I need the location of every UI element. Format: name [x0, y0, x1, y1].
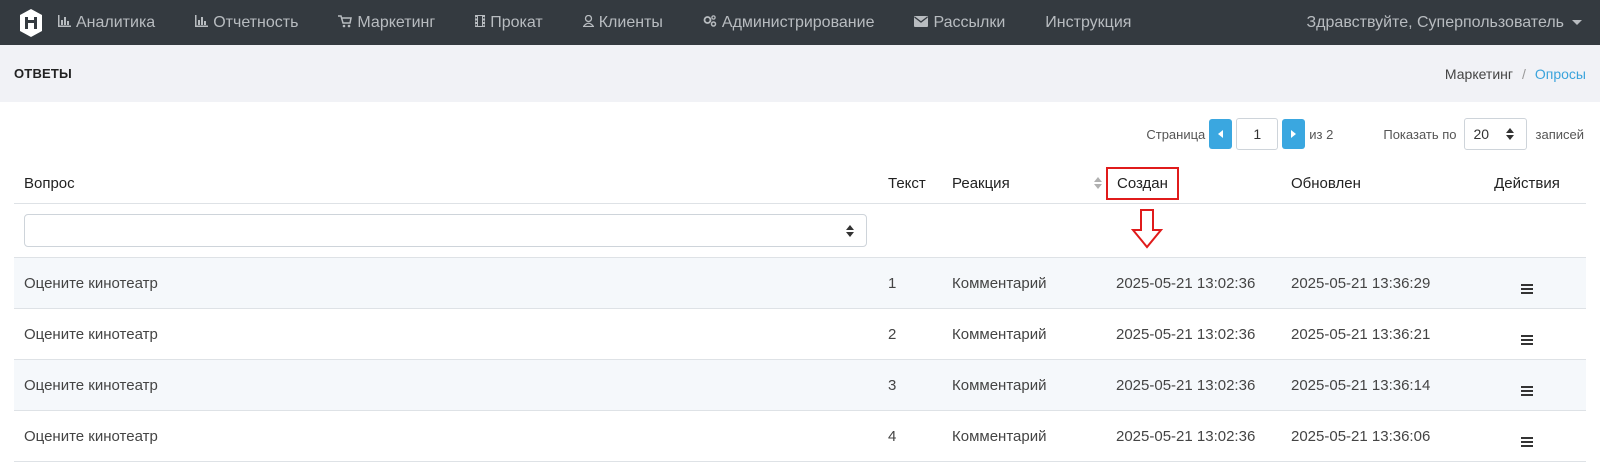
cell-text: 2: [888, 325, 897, 343]
bar-chart-icon: [195, 15, 209, 30]
column-reaction[interactable]: Реакция: [942, 175, 1106, 192]
page-label: Страница: [1146, 126, 1206, 142]
nav-item-label: Отчетность: [213, 13, 299, 31]
caret-left-icon: [1218, 130, 1224, 138]
cogs-icon: [703, 15, 717, 30]
next-page-button[interactable]: [1282, 119, 1306, 149]
sort-updown-icon: [846, 225, 854, 237]
breadcrumb-separator: /: [1522, 65, 1526, 82]
column-updated[interactable]: Обновлен: [1281, 175, 1458, 192]
nav-item-label: Прокат: [490, 13, 543, 31]
breadcrumb-item-surveys[interactable]: Опросы: [1535, 66, 1586, 82]
cell-updated: 2025-05-21 13:36:29: [1291, 274, 1431, 292]
envelope-icon: [914, 15, 929, 30]
page-number-input[interactable]: 1: [1236, 118, 1279, 150]
answers-table: Вопрос Текст Реакция Создан Обновлен Дей…: [14, 163, 1586, 462]
cell-updated: 2025-05-21 13:36:14: [1291, 376, 1431, 394]
details-button[interactable]: [1458, 273, 1586, 294]
logo-icon[interactable]: [18, 8, 44, 38]
nav-item-marketing[interactable]: Маркетинг: [338, 14, 435, 32]
cell-text: 1: [888, 274, 897, 292]
cell-created: 2025-05-21 13:02:36: [1116, 325, 1256, 343]
cell-question: Оцените кинотеатр: [24, 325, 158, 343]
nav-item-label: Администрирование: [721, 13, 875, 31]
page-size-value: 20: [1473, 126, 1490, 142]
pagination: Страница 1 из 2 Показать по 20 записей: [1146, 118, 1584, 150]
list-icon: [1521, 334, 1533, 345]
table-row: Оцените кинотеатр 3 Комментарий 2025-05-…: [14, 360, 1586, 411]
column-actions: Действия: [1494, 174, 1560, 192]
table-row: Оцените кинотеатр 1 Комментарий 2025-05-…: [14, 258, 1586, 309]
table-row: Оцените кинотеатр 2 Комментарий 2025-05-…: [14, 309, 1586, 360]
cell-text: 3: [888, 376, 897, 394]
user-greeting: Здравствуйте, Суперпользователь: [1306, 13, 1564, 31]
list-icon: [1521, 436, 1533, 447]
nav-item-label: Аналитика: [76, 13, 156, 31]
nav-item-analytics[interactable]: Аналитика: [58, 14, 155, 32]
nav-item-clients[interactable]: Клиенты: [581, 13, 663, 32]
cell-reaction: Комментарий: [952, 376, 1047, 394]
nav-item-administration[interactable]: Администрирование: [703, 13, 875, 32]
cell-reaction: Комментарий: [952, 427, 1047, 445]
cell-reaction: Комментарий: [952, 274, 1047, 292]
cell-question: Оцените кинотеатр: [24, 274, 158, 292]
nav-item-label: Инструкция: [1045, 13, 1132, 31]
cell-question: Оцените кинотеатр: [24, 376, 158, 394]
caret-right-icon: [1291, 130, 1297, 138]
column-question[interactable]: Вопрос: [14, 175, 878, 192]
user-menu[interactable]: Здравствуйте, Суперпользователь: [1307, 14, 1600, 32]
column-reaction-label: Реакция: [952, 174, 1010, 192]
column-text[interactable]: Текст: [878, 175, 942, 192]
question-filter-select[interactable]: [24, 214, 867, 247]
details-button[interactable]: [1458, 426, 1586, 447]
top-navbar: Аналитика Отчетность Маркетинг Прокат Кл…: [0, 0, 1600, 45]
cell-created: 2025-05-21 13:02:36: [1116, 274, 1256, 292]
sort-icon: [1094, 177, 1102, 189]
column-created-label: Создан: [1106, 166, 1179, 200]
breadcrumb-item-marketing[interactable]: Маркетинг: [1445, 66, 1513, 82]
cell-updated: 2025-05-21 13:36:21: [1291, 325, 1431, 343]
list-icon: [1521, 283, 1533, 294]
cell-updated: 2025-05-21 13:36:06: [1291, 427, 1431, 445]
cell-created: 2025-05-21 13:02:36: [1116, 427, 1256, 445]
table-header: Вопрос Текст Реакция Создан Обновлен Дей…: [14, 163, 1586, 204]
bar-chart-icon: [58, 15, 71, 30]
total-pages: из 2: [1309, 126, 1334, 142]
film-icon: [475, 15, 486, 30]
show-label: Показать по: [1383, 126, 1457, 142]
page-size-select[interactable]: 20: [1463, 118, 1527, 150]
filter-row: [14, 204, 1586, 258]
table-row: Оцените кинотеатр 4 Комментарий 2025-05-…: [14, 411, 1586, 462]
details-button[interactable]: [1458, 375, 1586, 396]
chevron-down-icon: [1572, 20, 1582, 25]
nav-item-label: Клиенты: [598, 13, 663, 31]
nav-item-label: Рассылки: [933, 13, 1006, 31]
nav-item-instructions[interactable]: Инструкция: [1045, 14, 1131, 32]
user-icon: [581, 14, 595, 30]
records-label: записей: [1535, 126, 1584, 142]
nav-item-mailings[interactable]: Рассылки: [914, 14, 1005, 32]
details-button[interactable]: [1458, 324, 1586, 345]
page-header: ОТВЕТЫ Маркетинг / Опросы: [0, 45, 1600, 102]
cell-created: 2025-05-21 13:02:36: [1116, 376, 1256, 394]
breadcrumb: Маркетинг / Опросы: [1445, 66, 1586, 82]
cell-text: 4: [888, 427, 897, 445]
column-created[interactable]: Создан: [1106, 166, 1281, 200]
down-arrow-annotation-icon: [1130, 208, 1164, 254]
list-icon: [1521, 385, 1533, 396]
prev-page-button[interactable]: [1209, 119, 1233, 149]
cell-reaction: Комментарий: [952, 325, 1047, 343]
nav-item-reports[interactable]: Отчетность: [195, 14, 298, 32]
cart-icon: [338, 14, 353, 31]
nav-item-rental[interactable]: Прокат: [475, 14, 543, 32]
sort-updown-icon: [1505, 128, 1514, 140]
nav-item-label: Маркетинг: [357, 13, 436, 31]
page-title: ОТВЕТЫ: [14, 66, 72, 81]
cell-question: Оцените кинотеатр: [24, 427, 158, 445]
